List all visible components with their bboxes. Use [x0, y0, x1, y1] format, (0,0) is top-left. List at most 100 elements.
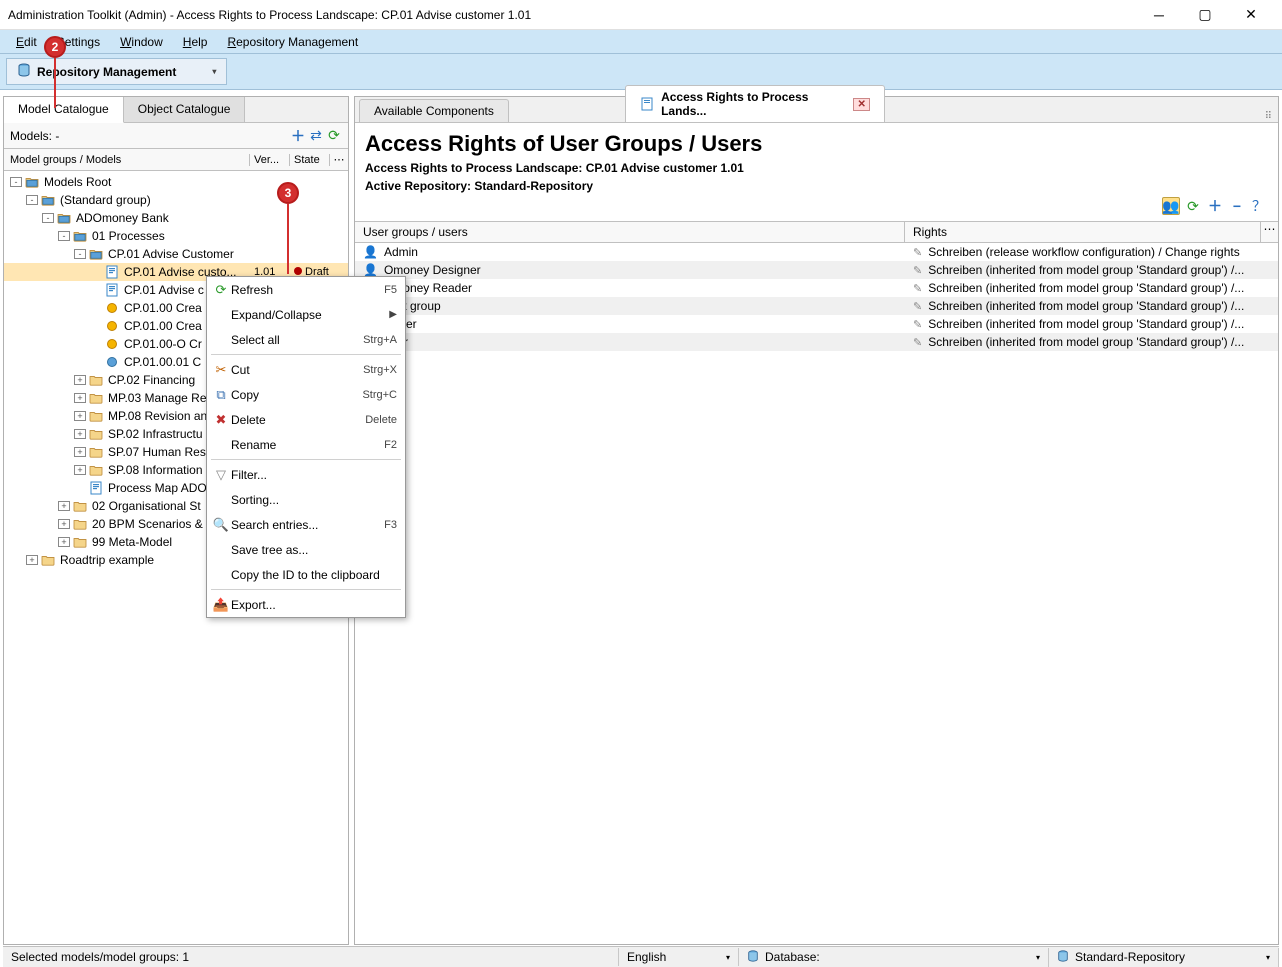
refresh-icon[interactable]: ⟳	[326, 128, 342, 144]
close-button[interactable]: ✕	[1228, 0, 1274, 30]
round-yel-icon	[104, 301, 120, 315]
tab-model-catalogue[interactable]: Model Catalogue	[4, 97, 124, 123]
refresh-rights-icon[interactable]: ⟳	[1184, 197, 1202, 215]
expand-toggle-icon[interactable]: +	[74, 393, 86, 403]
context-menu-item[interactable]: 📤Export...	[207, 592, 405, 617]
rights-row[interactable]: 👤Omoney Designer✎Schreiben (inherited fr…	[355, 261, 1278, 279]
models-filter-label[interactable]: Models: -	[10, 129, 290, 143]
chevron-down-icon: ▾	[1036, 953, 1040, 962]
maximize-button[interactable]: ▢	[1182, 0, 1228, 30]
rights-row[interactable]: 👤Admin✎Schreiben (release workflow confi…	[355, 243, 1278, 261]
context-menu-item[interactable]: ▽Filter...	[207, 462, 405, 487]
pencil-icon: ✎	[913, 264, 922, 277]
repository-management-dropdown[interactable]: Repository Management ▾	[6, 58, 227, 85]
users-icon[interactable]: 👥	[1162, 197, 1180, 215]
context-menu-item[interactable]: Select allStrg+A	[207, 327, 405, 352]
tree-item-label: CP.01 Advise Customer	[108, 247, 348, 261]
help-icon[interactable]: ？	[1250, 197, 1268, 215]
menu-help[interactable]: Help	[173, 32, 218, 52]
expand-toggle-icon[interactable]: +	[58, 537, 70, 547]
tab-object-catalogue[interactable]: Object Catalogue	[124, 97, 246, 122]
window-title: Administration Toolkit (Admin) - Access …	[8, 8, 1136, 22]
rights-header-rights[interactable]: Rights	[905, 222, 1260, 242]
context-menu-item[interactable]: Save tree as...	[207, 537, 405, 562]
expand-toggle-icon[interactable]: +	[58, 501, 70, 511]
context-menu-shortcut: Strg+C	[362, 389, 397, 401]
context-menu: ⟳RefreshF5Expand/Collapse▶Select allStrg…	[206, 276, 406, 618]
user-icon: 👤	[363, 245, 378, 259]
context-menu-item[interactable]: Sorting...	[207, 487, 405, 512]
delete-icon: ✖	[211, 412, 231, 428]
context-menu-item[interactable]: Copy the ID to the clipboard	[207, 562, 405, 587]
context-menu-label: Rename	[231, 438, 384, 452]
expand-toggle-icon[interactable]: -	[42, 213, 54, 223]
context-menu-item[interactable]: ⧉CopyStrg+C	[207, 382, 405, 407]
expand-toggle-icon[interactable]: +	[74, 447, 86, 457]
expand-toggle-icon[interactable]: -	[10, 177, 22, 187]
expand-toggle-icon[interactable]: +	[74, 429, 86, 439]
tab-close-icon[interactable]: ✕	[853, 98, 869, 111]
menu-edit[interactable]: Edit	[6, 32, 47, 52]
context-menu-label: Filter...	[231, 468, 397, 482]
chevron-down-icon: ▾	[1266, 953, 1270, 962]
rights-row[interactable]: 👤ader✎Schreiben (inherited from model gr…	[355, 333, 1278, 351]
rights-header-users[interactable]: User groups / users	[355, 222, 905, 242]
context-menu-label: Select all	[231, 333, 363, 347]
folder-closed-icon	[88, 427, 104, 441]
expand-toggle-icon[interactable]: -	[58, 231, 70, 241]
minimize-button[interactable]: ─	[1136, 0, 1182, 30]
statusbar: Selected models/model groups: 1 English …	[3, 946, 1279, 967]
status-database[interactable]: Database: ▾	[739, 948, 1049, 967]
add-right-icon[interactable]: ＋	[1206, 197, 1224, 215]
rights-header-menu-icon[interactable]: ⋯	[1260, 222, 1278, 242]
expand-toggle-icon[interactable]: +	[58, 519, 70, 529]
status-repository[interactable]: Standard-Repository ▾	[1049, 948, 1279, 967]
tree-header-version[interactable]: Ver...	[250, 154, 290, 166]
rights-row[interactable]: 👤signer✎Schreiben (inherited from model …	[355, 315, 1278, 333]
tree-row[interactable]: - 01 Processes	[4, 227, 348, 245]
rights-value-label: Schreiben (release workflow configuratio…	[928, 245, 1240, 259]
tab-available-components-label: Available Components	[374, 104, 494, 118]
tabs-grip-icon[interactable]: ⠿	[1265, 111, 1272, 122]
context-menu-item[interactable]: ⟳RefreshF5	[207, 277, 405, 302]
context-menu-shortcut: F2	[384, 439, 397, 451]
folder-closed-icon	[40, 553, 56, 567]
add-icon[interactable]: ＋	[290, 128, 306, 144]
tree-item-label: 01 Processes	[92, 229, 348, 243]
rights-value-label: Schreiben (inherited from model group 'S…	[928, 317, 1244, 331]
context-menu-item[interactable]: RenameF2	[207, 432, 405, 457]
expand-toggle-icon[interactable]: +	[74, 465, 86, 475]
context-menu-item[interactable]: Expand/Collapse▶	[207, 302, 405, 327]
page-title: Access Rights of User Groups / Users	[355, 123, 1278, 159]
tab-available-components[interactable]: Available Components	[359, 99, 509, 122]
expand-toggle-icon[interactable]: -	[74, 249, 86, 259]
tree-header-menu-icon[interactable]: ⋯	[330, 153, 348, 166]
rights-table-body: 👤Admin✎Schreiben (release workflow confi…	[355, 243, 1278, 944]
expand-toggle-icon[interactable]: +	[74, 411, 86, 421]
tree-header-state[interactable]: State	[290, 154, 330, 166]
tab-access-rights[interactable]: Access Rights to Process Lands... ✕	[625, 85, 885, 122]
folder-open-icon	[88, 247, 104, 261]
rights-toolbar: 👥 ⟳ ＋ − ？	[355, 195, 1278, 221]
tree-row[interactable]: - ADOmoney Bank	[4, 209, 348, 227]
expand-toggle-icon[interactable]: +	[26, 555, 38, 565]
tree-header-name[interactable]: Model groups / Models	[4, 154, 250, 166]
status-language[interactable]: English ▾	[619, 948, 739, 966]
menu-repository-management[interactable]: Repository Management	[217, 32, 368, 52]
tree-row[interactable]: - CP.01 Advise Customer	[4, 245, 348, 263]
annotation-badge-3: 3	[277, 182, 299, 204]
context-menu-item[interactable]: 🔍Search entries...F3	[207, 512, 405, 537]
context-menu-item[interactable]: ✂CutStrg+X	[207, 357, 405, 382]
status-repository-label: Standard-Repository	[1075, 950, 1185, 964]
database-icon	[747, 950, 759, 965]
menu-window[interactable]: Window	[110, 32, 173, 52]
expand-toggle-icon[interactable]: +	[74, 375, 86, 385]
rights-row[interactable]: 👤Omoney Reader✎Schreiben (inherited from…	[355, 279, 1278, 297]
link-icon[interactable]: ⇄	[308, 128, 324, 144]
expand-toggle-icon[interactable]: -	[26, 195, 38, 205]
remove-right-icon[interactable]: −	[1228, 197, 1246, 215]
folder-open-icon	[56, 211, 72, 225]
tree-item-label: ADOmoney Bank	[76, 211, 348, 225]
rights-row[interactable]: 👤fault group✎Schreiben (inherited from m…	[355, 297, 1278, 315]
context-menu-item[interactable]: ✖DeleteDelete	[207, 407, 405, 432]
